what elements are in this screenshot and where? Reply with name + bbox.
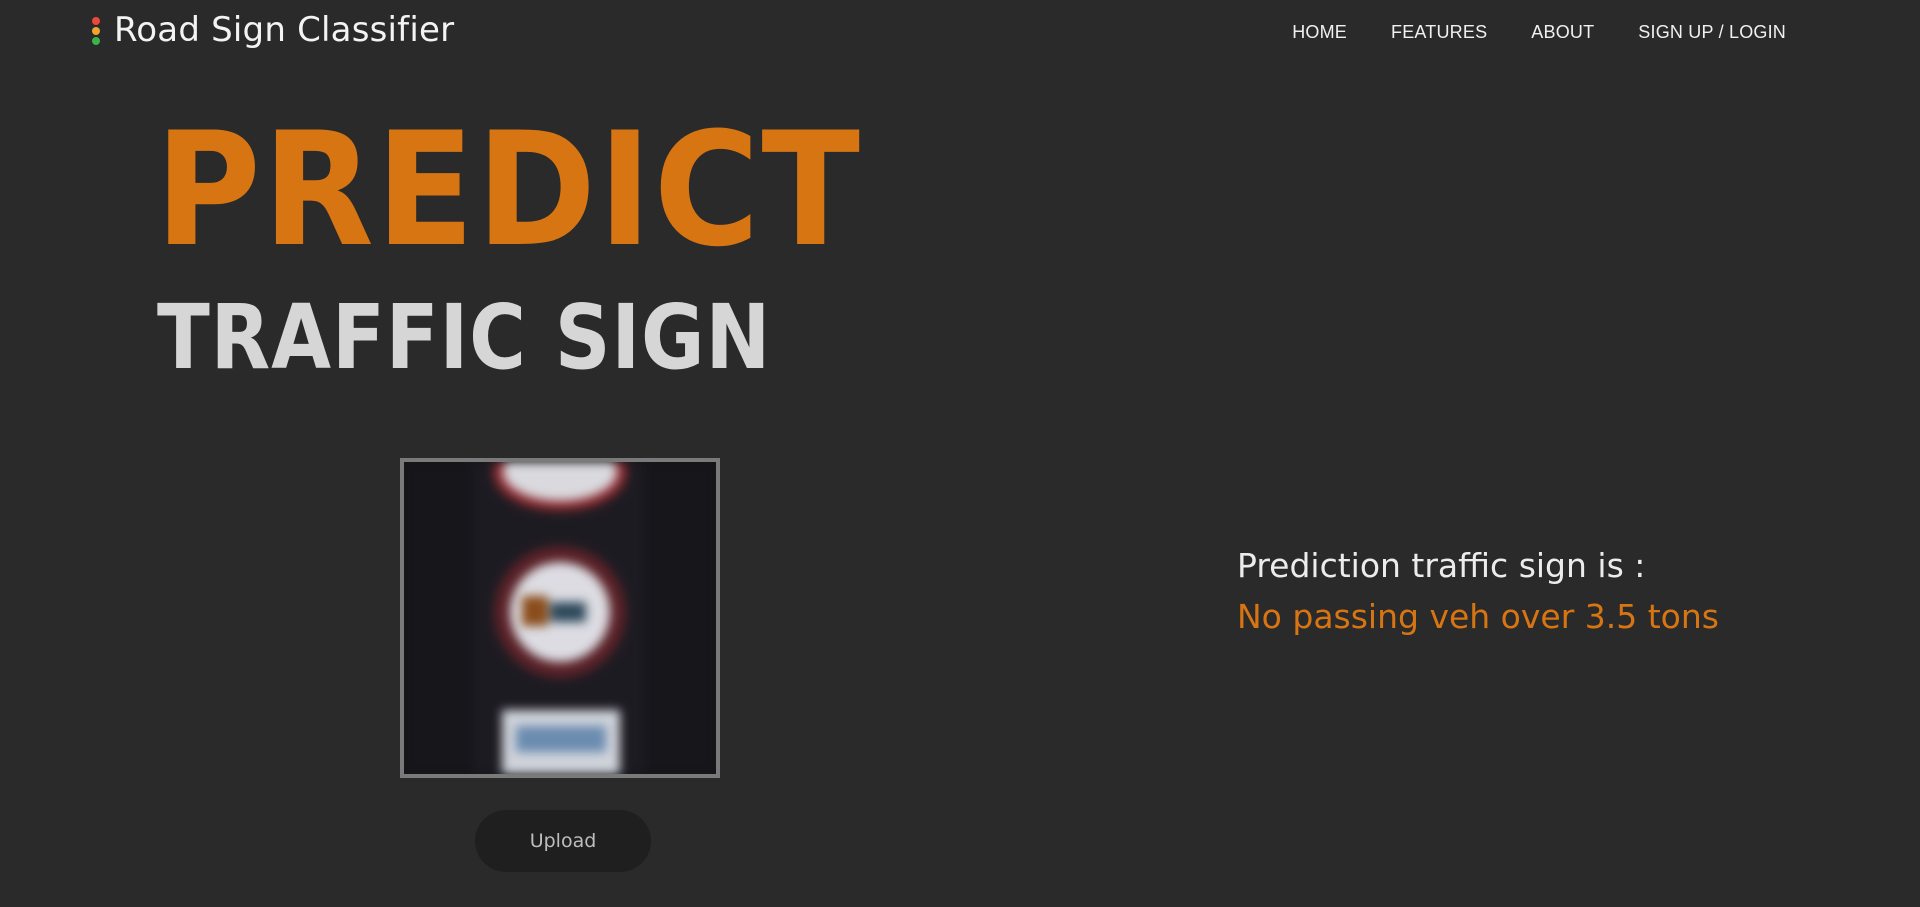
upload-button[interactable]: Upload	[475, 810, 651, 872]
nav-signup-login[interactable]: SIGN UP / LOGIN	[1638, 22, 1786, 43]
main-nav: HOME FEATURES ABOUT SIGN UP / LOGIN	[1292, 22, 1786, 43]
nav-home[interactable]: HOME	[1292, 22, 1347, 43]
page: Road Sign Classifier HOME FEATURES ABOUT…	[0, 0, 1920, 907]
road-sign-photo	[404, 462, 716, 774]
hero-title: PREDICT	[155, 99, 862, 282]
uploaded-image-preview	[400, 458, 720, 778]
prediction-result: No passing veh over 3.5 tons	[1237, 597, 1719, 636]
hero-subtitle: TRAFFIC SIGN	[157, 285, 772, 389]
brand[interactable]: Road Sign Classifier	[92, 10, 454, 50]
traffic-light-icon	[92, 15, 100, 46]
nav-features[interactable]: FEATURES	[1391, 22, 1487, 43]
nav-about[interactable]: ABOUT	[1531, 22, 1594, 43]
prediction-label: Prediction traffic sign is :	[1237, 546, 1646, 585]
site-title: Road Sign Classifier	[114, 10, 455, 50]
